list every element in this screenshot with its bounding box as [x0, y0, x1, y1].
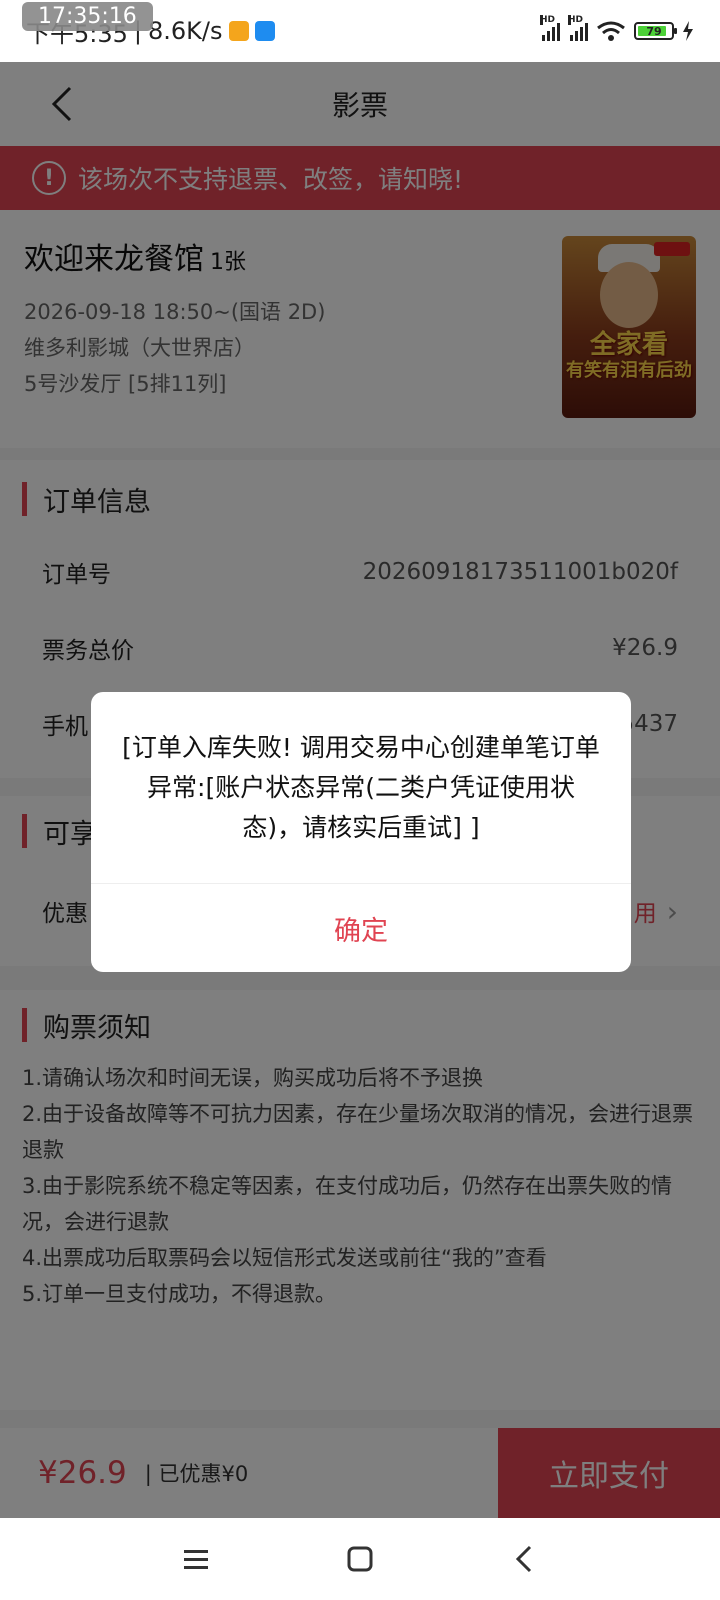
confirm-button[interactable]: 确定 — [91, 884, 631, 972]
home-nav-button[interactable] — [338, 1537, 382, 1581]
battery-icon: 79 — [634, 22, 677, 40]
status-right: HD HD 79 — [540, 15, 694, 42]
error-dialog: [订单入库失败! 调用交易中心创建单笔订单异常:[账户状态异常(二类户凭证使用状… — [91, 692, 631, 972]
time-overlay: 17:35:16 — [22, 2, 153, 31]
signal-icon: HD — [540, 15, 560, 41]
back-nav-button[interactable] — [502, 1537, 546, 1581]
signal-icon-2: HD — [568, 15, 588, 41]
app-notification-icon — [254, 21, 275, 41]
screen: 下午5:35 | 8.6K/s HD HD 79 17:35:16 [订单入库失… — [0, 0, 720, 1600]
back-triangle-icon — [515, 1545, 532, 1573]
home-square-icon — [347, 1546, 373, 1572]
hd-label-2: HD — [568, 15, 584, 25]
dialog-message: [订单入库失败! 调用交易中心创建单笔订单异常:[账户状态异常(二类户凭证使用状… — [91, 692, 631, 884]
network-speed: 8.6K/s — [148, 17, 223, 45]
menu-nav-button[interactable] — [174, 1537, 218, 1581]
menu-icon — [184, 1550, 208, 1569]
hd-label: HD — [540, 15, 556, 25]
system-nav-bar — [0, 1518, 720, 1600]
charging-icon — [683, 21, 693, 41]
notification-icon — [228, 21, 249, 41]
status-bar: 下午5:35 | 8.6K/s HD HD 79 17:35:16 — [0, 0, 720, 62]
wifi-icon — [597, 21, 625, 41]
battery-level: 79 — [646, 24, 662, 38]
